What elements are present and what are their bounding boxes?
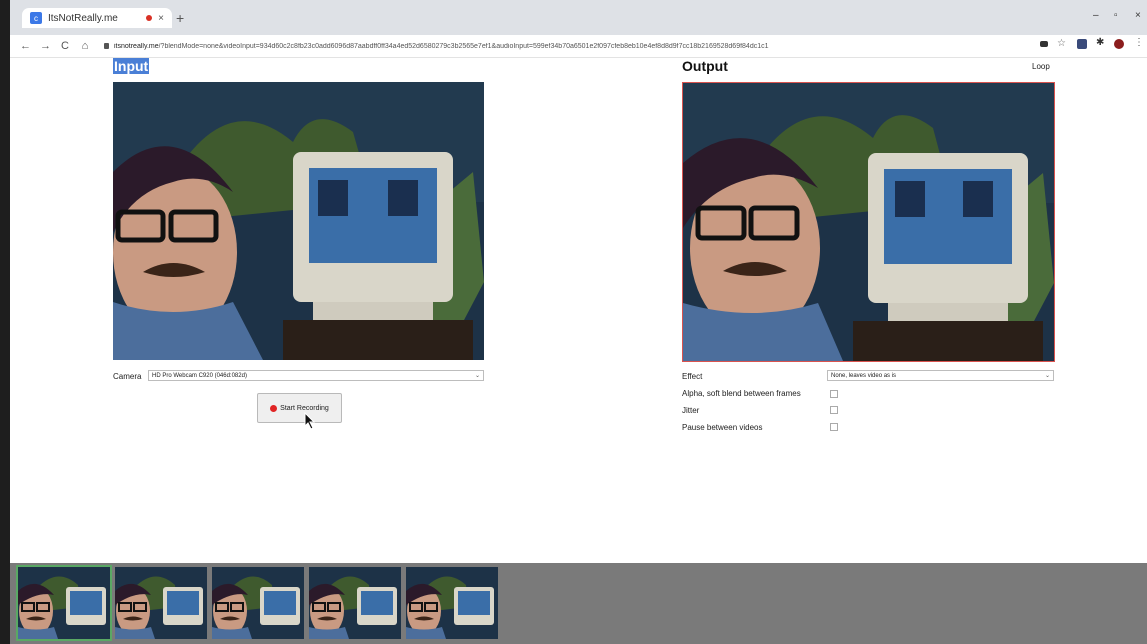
profile-avatar[interactable] bbox=[1114, 39, 1124, 49]
site-favicon-icon: c bbox=[30, 12, 42, 24]
effect-select-value: None, leaves video as is bbox=[831, 373, 897, 379]
recordings-filmstrip bbox=[10, 563, 1147, 644]
mouse-cursor-icon bbox=[304, 412, 316, 430]
address-bar[interactable]: itsnotreally.me/?blendMode=none&videoInp… bbox=[114, 43, 934, 50]
back-button[interactable]: ← bbox=[20, 40, 31, 52]
tab-strip: c ItsNotReally.me × + – ▫ × bbox=[10, 0, 1147, 35]
webcam-frame bbox=[113, 82, 484, 360]
lock-icon bbox=[104, 43, 109, 49]
recording-thumbnail[interactable] bbox=[16, 565, 112, 641]
effect-label: Effect bbox=[682, 372, 703, 381]
url-domain: itsnotreally.me bbox=[114, 42, 159, 50]
recording-indicator-icon bbox=[146, 15, 153, 21]
bookmark-star-icon[interactable]: ☆ bbox=[1057, 38, 1067, 49]
effect-select[interactable]: None, leaves video as is ⌄ bbox=[827, 370, 1054, 381]
option-jitter-label: Jitter bbox=[682, 406, 700, 415]
chevron-down-icon: ⌄ bbox=[474, 373, 480, 379]
browser-toolbar: ← → C ⌂ itsnotreally.me/?blendMode=none&… bbox=[10, 35, 1147, 58]
recording-thumbnail[interactable] bbox=[309, 567, 401, 639]
tab-close-icon[interactable]: × bbox=[158, 13, 164, 24]
browser-tab[interactable]: c ItsNotReally.me × bbox=[22, 8, 172, 28]
window-close-button[interactable]: × bbox=[1135, 10, 1141, 21]
new-tab-button[interactable]: + bbox=[176, 10, 184, 26]
url-path: /?blendMode=none&videoInput=934d60c2c8fb… bbox=[158, 42, 769, 50]
camera-select[interactable]: HD Pro Webcam C920 (046d:082d) ⌄ bbox=[148, 370, 484, 381]
browser-menu-icon[interactable]: ⋮ bbox=[1134, 37, 1144, 48]
recording-thumbnail[interactable] bbox=[406, 567, 498, 639]
extension-icon[interactable] bbox=[1077, 39, 1087, 49]
forward-button[interactable]: → bbox=[40, 40, 51, 52]
loop-link[interactable]: Loop bbox=[1032, 62, 1050, 71]
output-title: Output bbox=[682, 58, 728, 74]
maximize-button[interactable]: ▫ bbox=[1114, 10, 1118, 21]
option-pause-label: Pause between videos bbox=[682, 423, 763, 432]
input-video bbox=[113, 82, 484, 360]
input-title: Input bbox=[113, 58, 150, 74]
option-alpha-label: Alpha, soft blend between frames bbox=[682, 389, 801, 398]
recording-thumbnail[interactable] bbox=[212, 567, 304, 639]
recording-thumbnail[interactable] bbox=[115, 567, 207, 639]
start-recording-button[interactable]: Start Recording bbox=[257, 393, 342, 423]
tab-title: ItsNotReally.me bbox=[48, 12, 118, 24]
chevron-down-icon: ⌄ bbox=[1044, 373, 1050, 379]
output-video bbox=[682, 82, 1055, 362]
start-recording-label: Start Recording bbox=[280, 404, 329, 412]
option-alpha-checkbox[interactable] bbox=[830, 390, 838, 398]
minimize-button[interactable]: – bbox=[1093, 10, 1099, 21]
browser-window: c ItsNotReally.me × + – ▫ × ← → C ⌂ itsn… bbox=[10, 0, 1147, 644]
output-frame bbox=[683, 83, 1054, 361]
option-pause-checkbox[interactable] bbox=[830, 423, 838, 431]
camera-extension-icon[interactable] bbox=[1040, 41, 1048, 47]
camera-select-value: HD Pro Webcam C920 (046d:082d) bbox=[152, 373, 247, 379]
record-icon bbox=[270, 404, 278, 412]
option-jitter-checkbox[interactable] bbox=[830, 406, 838, 414]
puzzle-extensions-icon[interactable]: ✱ bbox=[1096, 37, 1106, 48]
camera-label: Camera bbox=[113, 372, 142, 381]
home-button[interactable]: ⌂ bbox=[80, 40, 90, 52]
reload-button[interactable]: C bbox=[60, 40, 70, 52]
